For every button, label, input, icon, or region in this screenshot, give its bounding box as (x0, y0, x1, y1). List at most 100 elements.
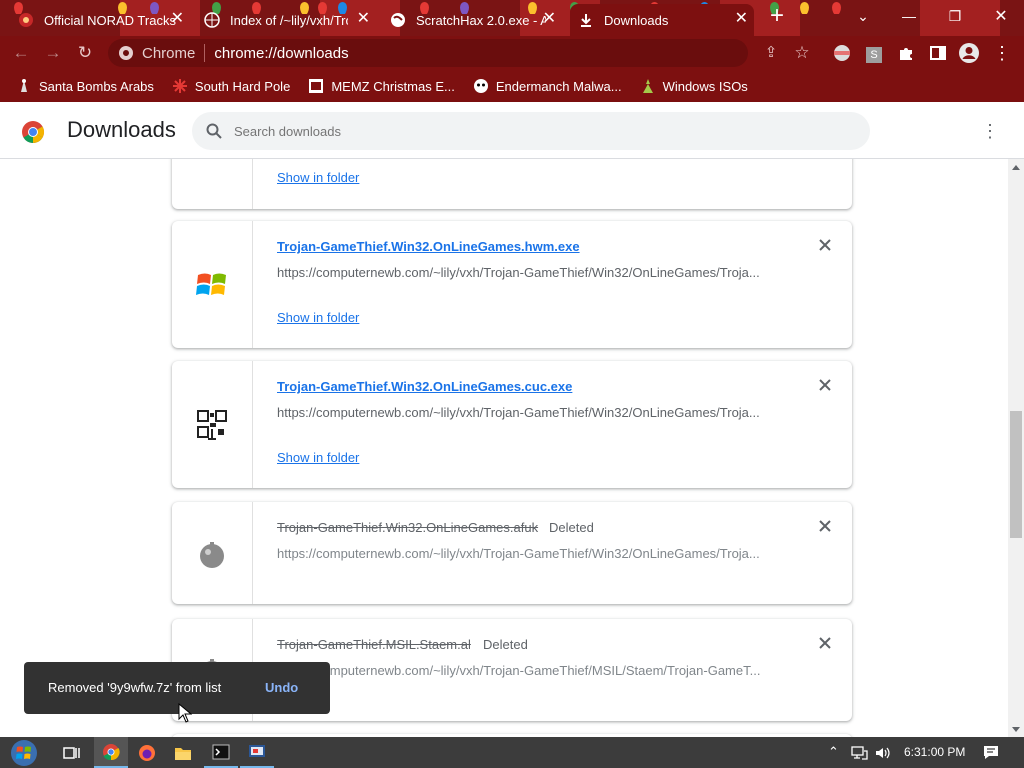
close-tab-icon[interactable]: ✕ (735, 11, 748, 27)
show-in-folder-link[interactable]: Show in folder (277, 170, 359, 185)
tab-label: Downloads (604, 12, 669, 28)
bookmarks-bar: Santa Bombs Arabs South Hard Pole MEMZ C… (0, 70, 1024, 102)
deleted-status: Deleted (549, 520, 594, 535)
taskbar-chrome[interactable] (94, 737, 128, 768)
bookmark-label: Windows ISOs (662, 78, 748, 94)
card-icon-column (172, 502, 253, 604)
action-center-icon[interactable] (983, 745, 999, 760)
puzzle-extensions-icon[interactable] (895, 42, 917, 64)
scrollbar-thumb[interactable] (1010, 411, 1022, 538)
bookmark-memz-christmas[interactable]: MEMZ Christmas E... (308, 78, 455, 94)
remove-icon[interactable] (818, 636, 832, 650)
taskbar-firefox[interactable] (130, 737, 164, 768)
search-downloads-box[interactable] (192, 112, 870, 150)
firefox-icon (139, 744, 155, 761)
search-input[interactable] (234, 123, 834, 139)
tab-scratchhax[interactable]: ScratchHax 2.0.exe - A ✕ (382, 4, 562, 36)
chrome-icon (119, 46, 133, 60)
omnibox-scheme-label: Chrome (142, 44, 196, 62)
omnibox-divider (204, 44, 206, 62)
download-card: Show in folder (172, 159, 852, 209)
chrome-logo-icon (22, 121, 44, 143)
file-name-link[interactable]: Trojan-GameThief.Win32.OnLineGames.hwm.e… (277, 239, 580, 254)
file-name: Trojan-GameThief.MSIL.Staem.al (277, 637, 471, 652)
taskbar-clock[interactable]: 6:31:00 PM (904, 745, 965, 759)
close-tab-icon[interactable]: ✕ (543, 11, 556, 27)
file-url: https://computernewb.com/~lily/vxh/Troja… (277, 546, 760, 561)
remove-icon[interactable] (818, 378, 832, 392)
endermanch-icon (473, 79, 488, 93)
bookmark-south-hard-pole[interactable]: South Hard Pole (172, 78, 290, 94)
cmd-icon (212, 744, 230, 759)
show-hidden-icons-chevron-icon[interactable]: ⌃ (828, 744, 839, 760)
star-icon[interactable]: ☆ (791, 42, 813, 64)
flag-extension-icon[interactable] (831, 42, 853, 64)
share-icon[interactable]: ⇪ (760, 42, 782, 64)
title-bar: Official NORAD Tracks ✕ Index of /~lily/… (0, 0, 1024, 36)
file-name: Trojan-GameThief.Win32.OnLineGames.afuk (277, 520, 539, 535)
removed-toast: Removed '9y9wfw.7z' from list Undo (24, 662, 330, 714)
start-button[interactable] (8, 738, 40, 768)
taskbar-remote-app[interactable] (240, 737, 274, 768)
page-title: Downloads (67, 117, 176, 142)
tab-norad[interactable]: Official NORAD Tracks ✕ (10, 4, 190, 36)
address-bar[interactable]: Chrome chrome://downloads (108, 39, 748, 67)
chrome-menu-icon[interactable]: ⋮ (991, 42, 1013, 64)
bookmark-windows-isos[interactable]: Windows ISOs (640, 78, 748, 94)
close-tab-icon[interactable]: ✕ (357, 11, 370, 27)
side-panel-icon[interactable] (927, 42, 949, 64)
tab-index-of[interactable]: Index of /~lily/vxh/Tro ✕ (196, 4, 376, 36)
globe-icon (391, 13, 405, 27)
more-actions-icon[interactable]: ⋮ (980, 120, 1000, 142)
memz-icon (309, 79, 324, 93)
s-extension-icon[interactable]: S (863, 42, 885, 64)
minimize-button[interactable]: — (886, 0, 932, 32)
tab-downloads[interactable]: Downloads ✕ (570, 4, 754, 36)
extension-badge: S (866, 47, 882, 63)
file-name-link[interactable]: Trojan-GameThief.Win32.OnLineGames.cuc.e… (277, 379, 572, 394)
undo-button[interactable]: Undo (265, 680, 298, 695)
bookmark-label: Santa Bombs Arabs (39, 78, 154, 94)
download-card: Trojan-GameThief.Win32.OnLineGames.cuc.e… (172, 361, 852, 488)
omnibox-url: chrome://downloads (214, 44, 349, 62)
restore-button[interactable]: ❐ (932, 0, 978, 32)
scroll-down-arrow-icon[interactable] (1012, 727, 1020, 732)
reload-button[interactable]: ↻ (74, 42, 96, 64)
bookmark-label: MEMZ Christmas E... (331, 78, 455, 94)
download-icon (581, 14, 591, 27)
globe-icon (204, 12, 220, 28)
scroll-up-arrow-icon[interactable] (1012, 165, 1020, 170)
close-tab-icon[interactable]: ✕ (171, 11, 184, 27)
bookmark-endermanch-malware[interactable]: Endermanch Malwa... (473, 78, 622, 94)
new-tab-button[interactable]: + (760, 0, 794, 32)
bookmark-label: South Hard Pole (194, 78, 291, 94)
remote-desktop-icon (249, 744, 265, 757)
remove-icon[interactable] (818, 519, 832, 533)
remove-icon[interactable] (818, 238, 832, 252)
bookmark-santa-bombs[interactable]: Santa Bombs Arabs (16, 78, 154, 94)
file-url: https://computernewb.com/~lily/vxh/Troja… (277, 405, 760, 420)
download-card: Trojan-GameThief.Win32.OnLineGames.hwm.e… (172, 221, 852, 348)
forward-button[interactable]: → (42, 42, 64, 64)
bookmark-label: Endermanch Malwa... (495, 78, 622, 94)
snowflake-icon (172, 79, 187, 93)
windows-exe-icon (196, 273, 226, 295)
downloads-header: Downloads ⋮ (0, 102, 1024, 159)
taskbar-command-prompt[interactable] (204, 737, 238, 768)
show-in-folder-link[interactable]: Show in folder (277, 310, 359, 325)
download-card: Trojan-GameThief.Win32.OnLineGames.afuk … (172, 502, 852, 604)
close-window-button[interactable]: ✕ (978, 0, 1024, 32)
card-icon-column (172, 221, 253, 348)
volume-icon[interactable] (875, 746, 891, 760)
tab-search-chevron-icon[interactable]: ⌄ (840, 0, 886, 32)
qr-exe-icon (197, 410, 227, 440)
taskbar-file-explorer[interactable] (166, 737, 200, 768)
deleted-file-icon (200, 542, 224, 568)
network-icon[interactable] (851, 746, 868, 760)
show-in-folder-link[interactable]: Show in folder (277, 450, 359, 465)
task-view-button[interactable] (55, 737, 89, 768)
back-button[interactable]: ← (10, 42, 32, 64)
card-icon-column (172, 361, 253, 488)
profile-avatar[interactable] (958, 42, 980, 64)
windows-iso-icon (642, 79, 653, 93)
